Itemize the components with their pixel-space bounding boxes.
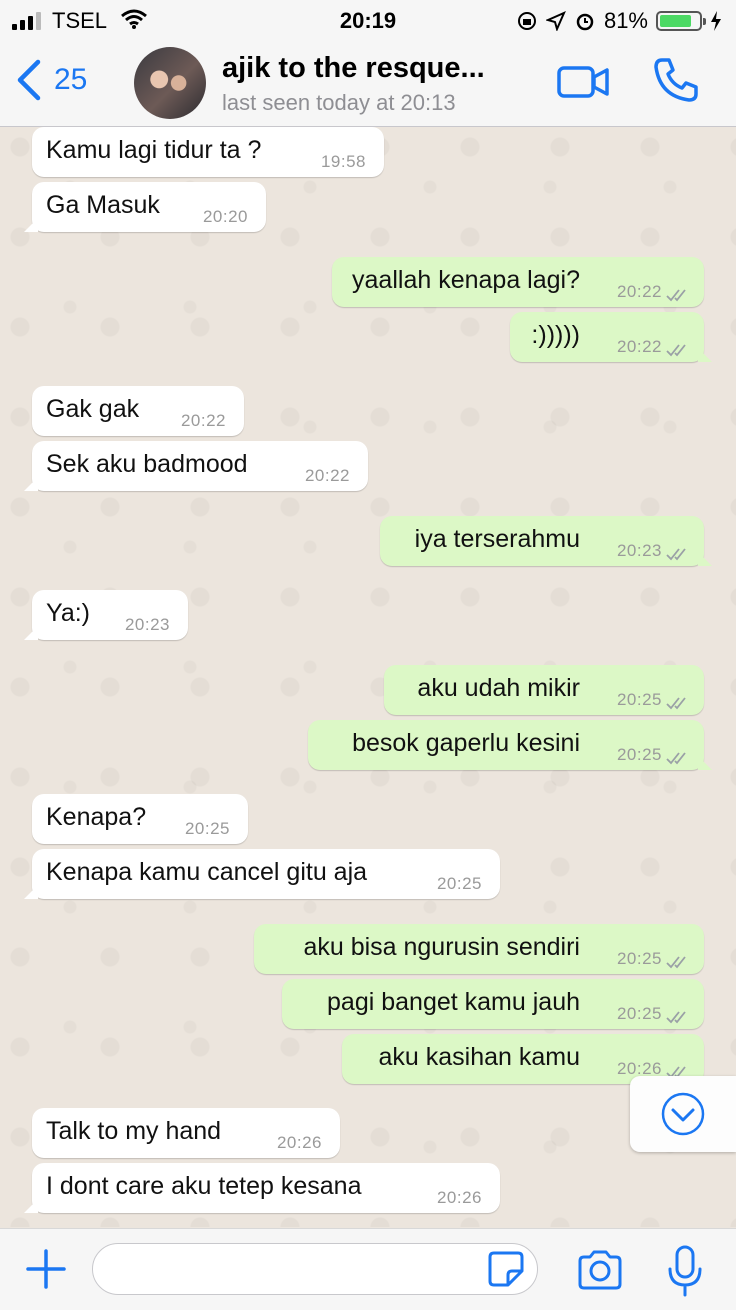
message-text: Kamu lagi tidur ta ?	[46, 136, 262, 164]
message-timestamp: 20:22	[616, 282, 662, 301]
last-seen-status: last seen today at 20:13	[222, 90, 456, 115]
message-text: Talk to my hand	[46, 1117, 222, 1145]
composer-bar	[0, 1228, 736, 1310]
message-text: Ya:)	[46, 599, 90, 627]
message-timestamp: 20:26	[436, 1188, 482, 1207]
message-text: aku bisa ngurusin sendiri	[303, 933, 580, 961]
location-icon	[545, 11, 566, 31]
message-timestamp: 20:22	[616, 337, 662, 356]
incoming-message[interactable]: Sek aku badmood 20:22	[24, 441, 368, 491]
incoming-message[interactable]: Gak gak 20:22	[32, 386, 244, 436]
read-receipt-icon	[666, 1003, 690, 1024]
message-text: Kenapa kamu cancel gitu aja	[46, 858, 368, 886]
message-text: Ga Masuk	[46, 191, 160, 219]
read-receipt-icon	[666, 281, 690, 302]
avatar[interactable]	[134, 47, 206, 119]
outgoing-message[interactable]: aku bisa ngurusin sendiri 20:25	[254, 924, 704, 974]
message-text: :)))))	[531, 321, 580, 349]
chevron-left-icon	[17, 59, 41, 101]
status-bar: TSEL 20:19 81%	[0, 0, 736, 40]
message-text: Sek aku badmood	[46, 450, 248, 478]
attach-plus-icon[interactable]	[24, 1247, 68, 1291]
incoming-message[interactable]: I dont care aku tetep kesana 20:26	[24, 1163, 500, 1213]
orientation-lock-icon	[517, 12, 536, 30]
message-timestamp: 20:23	[124, 615, 170, 634]
message-timestamp: 20:22	[180, 411, 226, 430]
read-receipt-icon	[666, 948, 690, 969]
message-text: I dont care aku tetep kesana	[46, 1172, 362, 1200]
read-receipt-icon	[666, 336, 690, 357]
outgoing-message[interactable]: pagi banget kamu jauh 20:25	[282, 979, 704, 1029]
outgoing-message[interactable]: aku udah mikir 20:25	[384, 665, 704, 715]
incoming-message[interactable]: Kamu lagi tidur ta ? 19:58	[32, 127, 384, 177]
read-receipt-icon	[666, 744, 690, 765]
read-receipt-icon	[666, 689, 690, 710]
message-text: Kenapa?	[46, 803, 147, 831]
charging-icon	[711, 11, 721, 31]
message-timestamp: 19:58	[320, 152, 366, 171]
chevron-down-circle-icon	[661, 1092, 705, 1136]
camera-icon[interactable]	[576, 1249, 624, 1291]
message-timestamp: 20:26	[276, 1133, 322, 1152]
read-receipt-icon	[666, 540, 690, 561]
incoming-message[interactable]: Talk to my hand 20:26	[32, 1108, 340, 1158]
outgoing-message[interactable]: yaallah kenapa lagi? 20:22	[332, 257, 704, 307]
message-timestamp: 20:20	[202, 207, 248, 226]
message-input[interactable]	[92, 1243, 538, 1295]
voice-call-icon[interactable]	[652, 56, 700, 104]
chat-header: 25 ajik to the resque... last seen today…	[0, 40, 736, 127]
incoming-message[interactable]: Ya:) 20:23	[24, 590, 188, 640]
scroll-to-bottom-button[interactable]	[630, 1076, 736, 1152]
message-timestamp: 20:23	[616, 541, 662, 560]
battery-percent: 81%	[603, 8, 648, 33]
microphone-icon[interactable]	[666, 1245, 704, 1297]
message-text: yaallah kenapa lagi?	[352, 266, 580, 294]
message-timestamp: 20:25	[616, 745, 662, 764]
battery-icon	[656, 11, 706, 31]
back-button[interactable]: 25	[14, 58, 87, 102]
message-timestamp: 20:25	[616, 690, 662, 709]
contact-name[interactable]: ajik to the resque...	[222, 52, 485, 85]
message-text: Gak gak	[46, 395, 140, 423]
message-timestamp: 20:25	[184, 819, 230, 838]
sticker-icon[interactable]	[488, 1251, 524, 1287]
message-timestamp: 20:25	[436, 874, 482, 893]
message-text: aku kasihan kamu	[378, 1043, 580, 1071]
message-timestamp: 20:22	[304, 466, 350, 485]
outgoing-message[interactable]: iya terserahmu 20:23	[380, 516, 704, 566]
alarm-icon	[576, 13, 594, 31]
outgoing-message[interactable]: :))))) 20:22	[510, 312, 704, 362]
message-text: pagi banget kamu jauh	[327, 988, 580, 1016]
video-call-icon[interactable]	[556, 62, 610, 102]
unread-count: 25	[54, 63, 88, 96]
message-list[interactable]: Kamu lagi tidur ta ? 19:58 Ga Masuk 20:20 ya…	[0, 127, 736, 1227]
message-text: iya terserahmu	[414, 525, 580, 553]
incoming-message[interactable]: Kenapa kamu cancel gitu aja 20:25	[24, 849, 500, 899]
incoming-message[interactable]: Kenapa? 20:25	[32, 794, 248, 844]
read-receipt-icon	[666, 1058, 690, 1079]
outgoing-message[interactable]: besok gaperlu kesini 20:25	[308, 720, 704, 770]
message-text: besok gaperlu kesini	[352, 729, 580, 757]
message-timestamp: 20:25	[616, 1004, 662, 1023]
incoming-message[interactable]: Ga Masuk 20:20	[24, 182, 266, 232]
message-timestamp: 20:25	[616, 949, 662, 968]
message-text: aku udah mikir	[417, 674, 580, 702]
